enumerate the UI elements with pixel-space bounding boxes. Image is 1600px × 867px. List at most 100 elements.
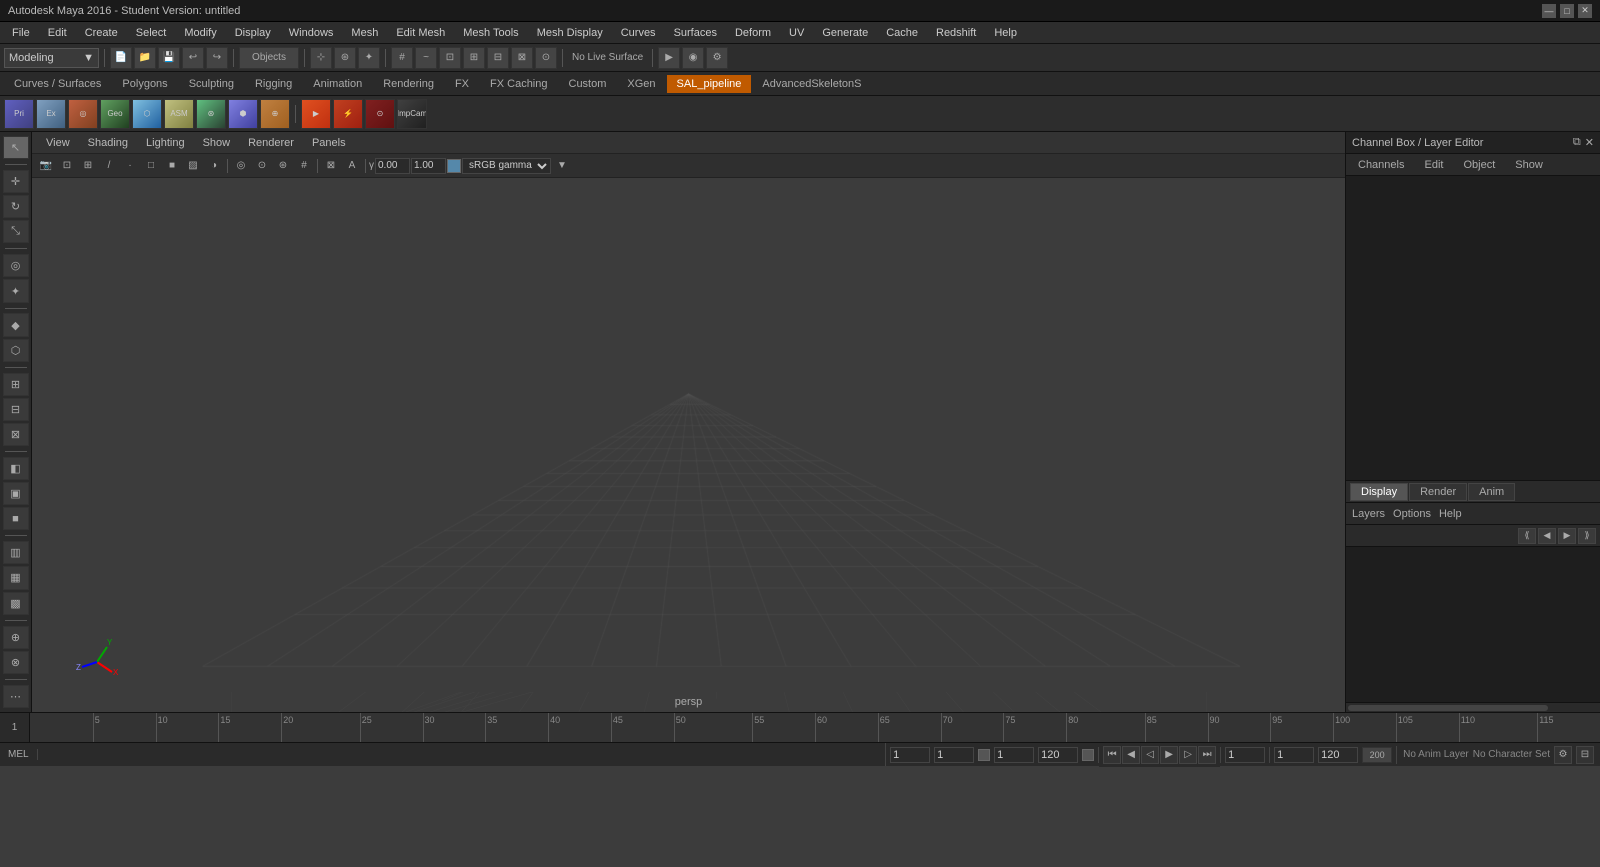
channel-box-close-btn[interactable]: ✕	[1585, 136, 1594, 149]
go-start-btn[interactable]: ⏮	[1103, 746, 1121, 764]
rb-tab-display[interactable]: Display	[1350, 483, 1408, 501]
snap-live[interactable]: ⊙	[535, 47, 557, 69]
snap-options[interactable]: ⊠	[511, 47, 533, 69]
tool-extra-btn[interactable]: ⋯	[3, 685, 29, 708]
layer-prev-btn[interactable]: ◀	[1538, 528, 1556, 544]
ch-tab-object[interactable]: Object	[1455, 157, 1503, 173]
current-frame-input[interactable]	[934, 747, 974, 763]
shelf-icon-geo[interactable]: Geo	[100, 99, 130, 129]
ch-tab-edit[interactable]: Edit	[1416, 157, 1451, 173]
layers-menu-layers[interactable]: Layers	[1352, 508, 1385, 520]
rotate-tool-btn[interactable]: ↻	[3, 195, 29, 218]
menu-cache[interactable]: Cache	[878, 25, 926, 41]
menu-create[interactable]: Create	[77, 25, 126, 41]
tab-sal-pipeline[interactable]: SAL_pipeline	[667, 75, 752, 93]
tool6-btn[interactable]: ▣	[3, 482, 29, 505]
menu-mesh[interactable]: Mesh	[343, 25, 386, 41]
frame-end-input[interactable]	[1038, 747, 1078, 763]
vp-menu-shading[interactable]: Shading	[80, 135, 136, 151]
menu-modify[interactable]: Modify	[176, 25, 224, 41]
vp-sel-mask[interactable]: ⊡	[57, 157, 77, 175]
range-start[interactable]	[1274, 747, 1314, 763]
timeline[interactable]: 1 51015202530354045505560657075808590951…	[0, 712, 1600, 742]
ch-tab-channels[interactable]: Channels	[1350, 157, 1412, 173]
tab-animation[interactable]: Animation	[303, 75, 372, 93]
play-back-btn[interactable]: ◁	[1141, 746, 1159, 764]
paint-sel-btn[interactable]: ✦	[3, 279, 29, 302]
select-tool[interactable]: ⊹	[310, 47, 332, 69]
menu-uv[interactable]: UV	[781, 25, 812, 41]
lasso-tool[interactable]: ⊛	[334, 47, 356, 69]
tool5-btn[interactable]: ◧	[3, 457, 29, 480]
vp-menu-lighting[interactable]: Lighting	[138, 135, 193, 151]
color-manage-btn[interactable]: ▼	[552, 157, 572, 175]
snap-point[interactable]: ⊡	[439, 47, 461, 69]
render-options[interactable]: ⚙	[706, 47, 728, 69]
menu-windows[interactable]: Windows	[281, 25, 342, 41]
lattice-btn[interactable]: ⬡	[3, 339, 29, 362]
frame-display[interactable]	[994, 747, 1034, 763]
poly-select-btn[interactable]: ◆	[3, 313, 29, 336]
vp-menu-panels[interactable]: Panels	[304, 135, 354, 151]
menu-help[interactable]: Help	[986, 25, 1025, 41]
shelf-icon-pri[interactable]: Pri	[4, 99, 34, 129]
tab-advanced-skeletons[interactable]: AdvancedSkeletonS	[752, 75, 871, 93]
vp-hud[interactable]: ⊠	[321, 157, 341, 175]
menu-select[interactable]: Select	[128, 25, 175, 41]
select-tool-btn[interactable]: ↖	[3, 136, 29, 159]
objects-button[interactable]: Objects	[239, 47, 299, 69]
channel-box-float-btn[interactable]: ⧉	[1573, 136, 1581, 149]
shelf-icon-rnd3[interactable]: ⊙	[365, 99, 395, 129]
rb-tab-render[interactable]: Render	[1409, 483, 1467, 501]
status-settings-btn[interactable]: ⚙	[1554, 746, 1572, 764]
shelf-icon-5[interactable]: ⬡	[132, 99, 162, 129]
rb-tab-anim[interactable]: Anim	[1468, 483, 1515, 501]
range-max-input[interactable]: 200	[1362, 747, 1392, 763]
shelf-icon-rnd2[interactable]: ⚡	[333, 99, 363, 129]
timeline-ruler[interactable]: 5101520253035404550556065707580859095100…	[30, 713, 1600, 742]
color-swatch[interactable]	[447, 159, 461, 173]
layer-forward-btn[interactable]: ⟫	[1578, 528, 1596, 544]
tool7-btn[interactable]: ■	[3, 507, 29, 530]
viewport[interactable]: View Shading Lighting Show Renderer Pane…	[32, 132, 1345, 712]
menu-surfaces[interactable]: Surfaces	[666, 25, 725, 41]
snap-grid[interactable]: #	[391, 47, 413, 69]
vp-lit[interactable]: ◑	[204, 157, 224, 175]
frame-start-input[interactable]	[890, 747, 930, 763]
command-line[interactable]	[38, 743, 887, 766]
vp-textured[interactable]: ▨	[183, 157, 203, 175]
play-forward-btn[interactable]: ▶	[1160, 746, 1178, 764]
new-scene-button[interactable]: 📄	[110, 47, 132, 69]
go-end-btn[interactable]: ⏭	[1198, 746, 1216, 764]
tab-rigging[interactable]: Rigging	[245, 75, 302, 93]
snap-view[interactable]: ⊟	[487, 47, 509, 69]
scrollbar-thumb[interactable]	[1348, 705, 1548, 711]
paint-tool[interactable]: ✦	[358, 47, 380, 69]
menu-edit[interactable]: Edit	[40, 25, 75, 41]
menu-generate[interactable]: Generate	[814, 25, 876, 41]
snap-surface[interactable]: ⊞	[463, 47, 485, 69]
tab-curves-surfaces[interactable]: Curves / Surfaces	[4, 75, 111, 93]
vp-aa[interactable]: A	[342, 157, 362, 175]
tab-custom[interactable]: Custom	[559, 75, 617, 93]
tab-fx-caching[interactable]: FX Caching	[480, 75, 557, 93]
shelf-icon-9[interactable]: ⊕	[260, 99, 290, 129]
vp-snap-edge[interactable]: /	[99, 157, 119, 175]
minimize-button[interactable]: —	[1542, 4, 1556, 18]
menu-redshift[interactable]: Redshift	[928, 25, 984, 41]
vp-smooth[interactable]: ■	[162, 157, 182, 175]
vp-snap-point[interactable]: ·	[120, 157, 140, 175]
shelf-icon-orfe[interactable]: ⊛	[196, 99, 226, 129]
next-frame-btn[interactable]: ▷	[1179, 746, 1197, 764]
ipr-button[interactable]: ◉	[682, 47, 704, 69]
menu-mesh-tools[interactable]: Mesh Tools	[455, 25, 526, 41]
close-button[interactable]: ✕	[1578, 4, 1592, 18]
mel-input[interactable]	[38, 743, 886, 766]
vp-resolution[interactable]: ⊛	[273, 157, 293, 175]
create-poly-btn[interactable]: ⊞	[3, 373, 29, 396]
layer-back-btn[interactable]: ⟪	[1518, 528, 1536, 544]
move-tool-btn[interactable]: ✛	[3, 170, 29, 193]
vp-menu-show[interactable]: Show	[195, 135, 239, 151]
prev-frame-btn[interactable]: ◀	[1122, 746, 1140, 764]
create-subdiv-btn[interactable]: ⊠	[3, 423, 29, 446]
